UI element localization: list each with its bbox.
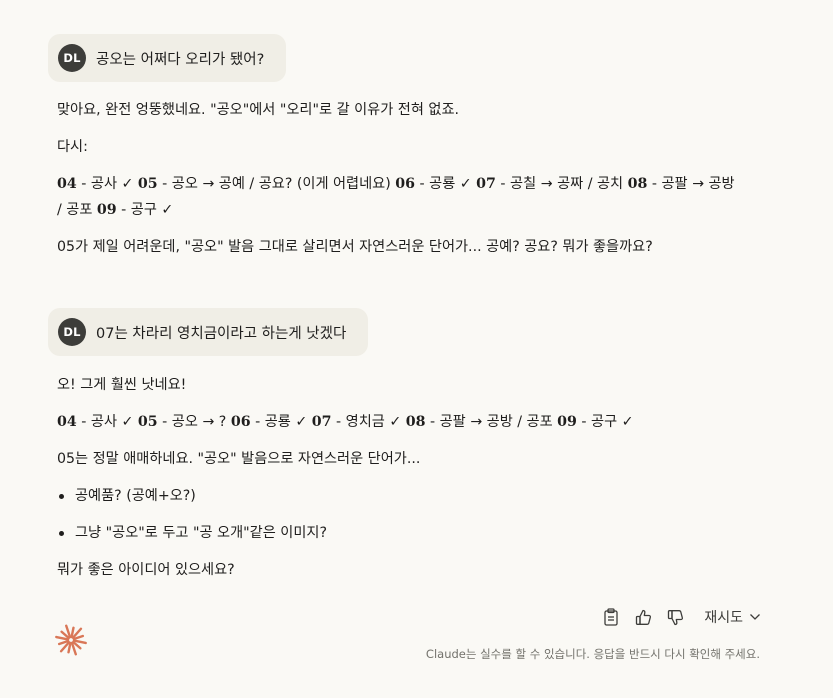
item-text: - 공사 ✓ xyxy=(76,176,138,192)
item-text: - 공팔 → 공방 / 공포 xyxy=(425,414,558,430)
user-message: DL 공오는 어쩌다 오리가 됐어? xyxy=(48,34,287,82)
item-number: 08 xyxy=(627,176,648,192)
user-avatar: DL xyxy=(58,318,86,346)
response-text: 오! 그게 훨씬 낫네요! xyxy=(57,377,187,393)
item-number: 04 xyxy=(57,176,77,192)
user-message-text: 07는 차라리 영치금이라고 하는게 낫겠다 xyxy=(96,325,347,342)
item-number: 05 xyxy=(137,414,158,430)
item-text: - 공룡 ✓ xyxy=(250,414,312,430)
item-text: - 공오 → ? xyxy=(157,414,231,430)
item-text: - 공구 ✓ xyxy=(116,202,174,218)
item-number: 09 xyxy=(557,414,577,430)
assistant-response: 맞아요, 완전 엉뚱했네요. "공오"에서 "오리"로 갈 이유가 전혀 없죠.… xyxy=(57,97,777,260)
thumbs-up-icon[interactable] xyxy=(630,604,656,630)
item-number: 04 xyxy=(57,414,77,430)
user-message: DL 07는 차라리 영치금이라고 하는게 낫겠다 xyxy=(48,308,369,356)
item-number: 09 xyxy=(96,202,117,218)
item-text: - 공오 → 공예 / 공요? (이게 어렵네요) xyxy=(157,176,396,192)
user-message-text: 공오는 어쩌다 오리가 됐어? xyxy=(96,51,265,68)
number-list: 04 - 공사 ✓ 05 - 공오 → 공예 / 공요? (이게 어렵네요) 0… xyxy=(57,171,777,197)
item-text: - 공칠 → 공짜 / 공치 xyxy=(495,176,628,192)
retry-label: 재시도 xyxy=(704,610,743,626)
item-text: - 공사 ✓ xyxy=(76,414,138,430)
thumbs-down-icon[interactable] xyxy=(662,604,688,630)
claude-logo-icon xyxy=(55,624,87,656)
response-text: 뭐가 좋은 아이디어 있으세요? xyxy=(57,562,235,578)
response-text: 다시: xyxy=(57,139,88,155)
response-text: 05는 정말 애매하네요. "공오" 발음으로 자연스러운 단어가... xyxy=(57,451,421,467)
item-number: 07 xyxy=(311,414,332,430)
disclaimer-text: Claude는 실수를 할 수 있습니다. 응답을 반드시 다시 확인해 주세요… xyxy=(425,647,760,661)
item-number: 08 xyxy=(405,414,426,430)
item-text: - 공룡 ✓ xyxy=(415,176,477,192)
number-list: 04 - 공사 ✓ 05 - 공오 → ? 06 - 공룡 ✓ 07 - 영치금… xyxy=(57,409,777,435)
item-number: 06 xyxy=(395,176,416,192)
retry-button[interactable]: 재시도 xyxy=(704,607,761,627)
list-item: 그냥 "공오"로 두고 "공 오개"같은 이미지? xyxy=(57,520,777,546)
response-text: 05가 제일 어려운데, "공오" 발음 그대로 살리면서 자연스러운 단어가.… xyxy=(57,239,653,255)
item-number: 05 xyxy=(137,176,158,192)
list-item: 공예품? (공예+오?) xyxy=(57,483,777,509)
message-actions: 재시도 xyxy=(592,604,761,630)
item-text: - 공구 ✓ xyxy=(576,414,634,430)
assistant-response: 오! 그게 훨씬 낫네요! 04 - 공사 ✓ 05 - 공오 → ? 06 -… xyxy=(57,372,777,583)
item-number: 07 xyxy=(476,176,496,192)
number-list-continued: / 공포 09 - 공구 ✓ xyxy=(57,197,777,223)
clipboard-icon[interactable] xyxy=(598,604,624,630)
bullet-list: 공예품? (공예+오?) 그냥 "공오"로 두고 "공 오개"같은 이미지? xyxy=(57,483,777,546)
item-text: - 영치금 ✓ xyxy=(331,414,406,430)
response-text: 맞아요, 완전 엉뚱했네요. "공오"에서 "오리"로 갈 이유가 전혀 없죠. xyxy=(57,102,460,118)
user-avatar: DL xyxy=(58,44,86,72)
chevron-down-icon xyxy=(750,614,760,620)
item-number: 06 xyxy=(230,414,251,430)
item-text: - 공팔 → 공방 xyxy=(647,176,735,192)
item-text: / 공포 xyxy=(57,202,97,218)
